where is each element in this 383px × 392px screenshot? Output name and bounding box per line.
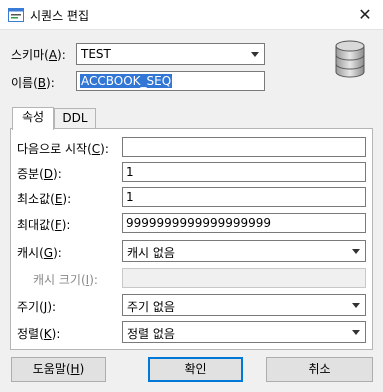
min-value-field[interactable]: 1 [122,187,366,207]
max-value-label: 최대값(F): [17,218,71,232]
order-label: 정렬(K): [17,327,61,341]
name-field[interactable]: ACCBOOK_SEQ [76,71,265,91]
ok-button[interactable]: 확인 [148,357,243,382]
chevron-down-icon [352,303,360,308]
schema-label: 스키마(A): [11,48,66,62]
tab-properties[interactable]: 속성 [12,107,54,130]
order-select[interactable]: 정렬 없음 [122,321,366,343]
cache-value: 캐시 없음 [127,246,175,260]
increment-value: 1 [126,165,134,179]
min-value-label: 최소값(E): [17,192,72,206]
name-value: ACCBOOK_SEQ [80,74,173,88]
increment-label: 증분(D): [17,167,62,181]
name-label: 이름(B): [11,76,55,90]
title-bar: 시퀀스 편집 ✕ [0,0,383,30]
order-value: 정렬 없음 [127,327,175,341]
min-value-value: 1 [126,190,134,204]
cache-select[interactable]: 캐시 없음 [122,240,366,262]
chevron-down-icon [352,249,360,254]
max-value-value: 9999999999999999999 [126,216,272,230]
chevron-down-icon [352,330,360,335]
cycle-label: 주기(J): [17,300,57,314]
close-button[interactable]: ✕ [347,0,383,30]
sequence-edit-icon [8,8,24,22]
schema-value: TEST [81,47,111,61]
window-title: 시퀀스 편집 [30,9,90,23]
help-button[interactable]: 도움말(H) [11,357,106,382]
schema-select[interactable]: TEST [76,43,265,65]
cache-size-field[interactable] [122,268,366,288]
start-with-label: 다음으로 시작(C): [17,142,109,156]
cache-label: 캐시(G): [17,246,62,260]
cache-size-label: 캐시 크기(I): [33,273,98,287]
tab-ddl[interactable]: DDL [54,108,96,129]
database-icon [335,40,365,78]
cancel-button[interactable]: 취소 [266,357,373,382]
cycle-select[interactable]: 주기 없음 [122,294,366,316]
start-with-field[interactable] [122,137,366,157]
chevron-down-icon [251,52,259,57]
increment-field[interactable]: 1 [122,162,366,182]
max-value-field[interactable]: 9999999999999999999 [122,213,366,233]
cycle-value: 주기 없음 [127,300,175,314]
